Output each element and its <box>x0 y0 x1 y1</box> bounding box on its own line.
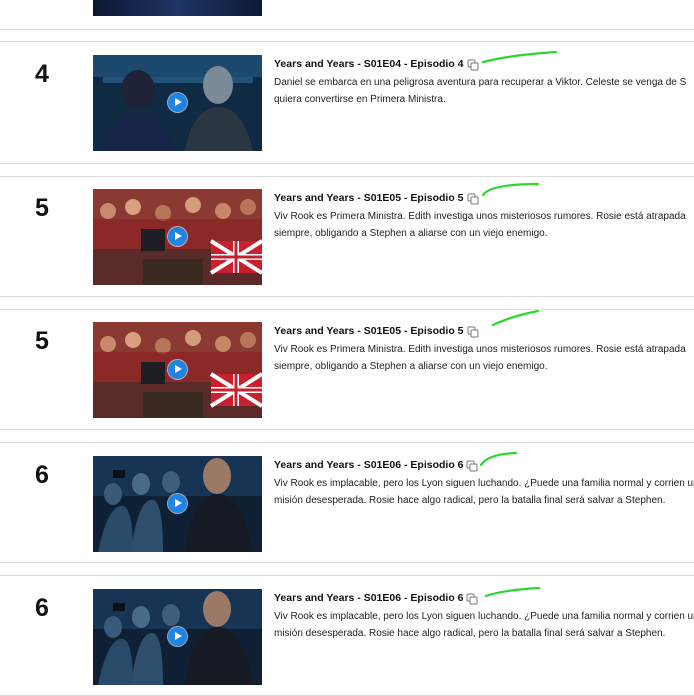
annotation-mark <box>479 451 518 467</box>
episode-description: Viv Rook es Primera Ministra. Edith inve… <box>274 211 686 239</box>
episode-number: 4 <box>35 60 49 88</box>
copy-icon[interactable] <box>466 593 478 605</box>
episode-number: 6 <box>35 594 49 622</box>
episode-thumbnail[interactable] <box>93 322 262 418</box>
episode-row: 5 Years and Years - S01E05 - Episodio 5 … <box>0 309 694 418</box>
divider <box>0 176 694 177</box>
episode-row: 4 Years and Years - S01E04 - Episodio 4 … <box>0 50 694 151</box>
copy-icon[interactable] <box>467 326 479 338</box>
play-icon[interactable] <box>168 360 187 379</box>
divider <box>0 309 694 310</box>
copy-icon[interactable] <box>466 460 478 472</box>
episode-title: Years and Years - S01E04 - Episodio 4 <box>274 58 464 70</box>
episode-thumbnail[interactable] <box>93 55 262 151</box>
annotation-mark <box>484 586 541 598</box>
divider <box>0 429 694 430</box>
divider <box>0 29 694 30</box>
divider <box>0 41 694 42</box>
annotation-mark <box>481 182 540 197</box>
divider <box>0 575 694 576</box>
episode-description: Viv Rook es Primera Ministra. Edith inve… <box>274 344 686 372</box>
episode-title: Years and Years - S01E06 - Episodio 6 <box>274 459 464 471</box>
episode-description: Daniel se embarca en una peligrosa avent… <box>274 77 687 105</box>
episode-title: Years and Years - S01E06 - Episodio 6 <box>274 592 464 604</box>
episode-title: Years and Years - S01E05 - Episodio 5 <box>274 192 464 204</box>
divider <box>0 163 694 164</box>
episode-description: Viv Rook es implacable, pero los Lyon si… <box>274 478 694 506</box>
play-icon[interactable] <box>168 93 187 112</box>
episode-thumbnail[interactable] <box>93 456 262 552</box>
episode-row: 5 Years and Years - S01E05 - Episodio 5 … <box>0 182 694 285</box>
play-icon[interactable] <box>168 494 187 513</box>
annotation-mark <box>491 309 540 327</box>
episode-title: Years and Years - S01E05 - Episodio 5 <box>274 325 464 337</box>
episode-row: 6 Years and Years - S01E06 - Episodio 6 … <box>0 451 694 552</box>
episode-row: 6 Years and Years - S01E06 - Episodio 6 … <box>0 586 694 685</box>
episode-number: 5 <box>35 194 49 222</box>
copy-icon[interactable] <box>467 59 479 71</box>
divider <box>0 296 694 297</box>
play-icon[interactable] <box>168 227 187 246</box>
annotation-mark <box>481 50 558 64</box>
previous-episode-thumbnail[interactable] <box>93 0 262 16</box>
episode-number: 5 <box>35 327 49 355</box>
episode-number: 6 <box>35 461 49 489</box>
copy-icon[interactable] <box>467 193 479 205</box>
episode-description: Viv Rook es implacable, pero los Lyon si… <box>274 611 694 639</box>
divider <box>0 442 694 443</box>
play-icon[interactable] <box>168 627 187 646</box>
episode-thumbnail[interactable] <box>93 589 262 685</box>
episode-thumbnail[interactable] <box>93 189 262 285</box>
divider <box>0 562 694 563</box>
